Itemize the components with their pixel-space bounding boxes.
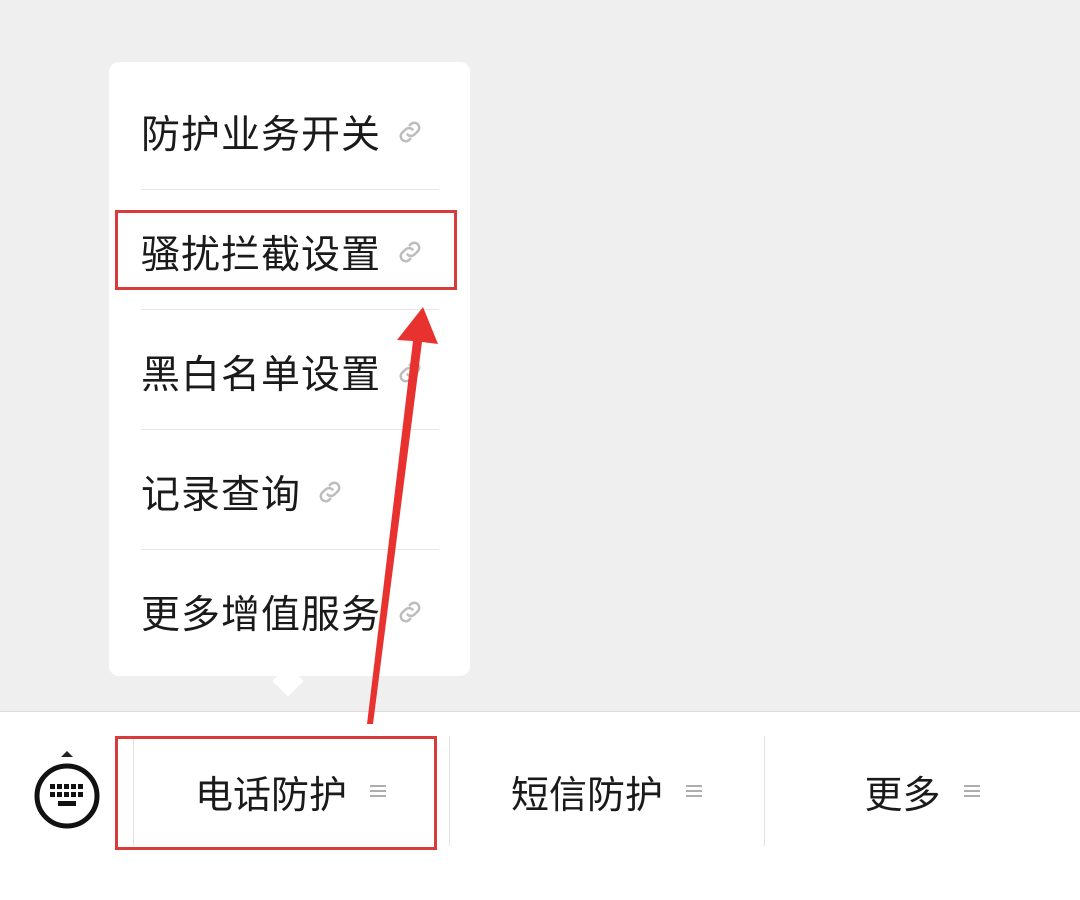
menu-item-label: 黑白名单设置 (141, 353, 382, 398)
link-icon (399, 361, 421, 383)
link-icon (319, 481, 341, 503)
menu-item-label: 更多增值服务 (141, 593, 382, 638)
menu-divider (141, 549, 439, 550)
menu-divider (141, 429, 439, 430)
menu-lines-icon (963, 785, 980, 797)
menu-item-more-services[interactable]: 更多增值服务 (141, 552, 439, 672)
tab-more[interactable]: 更多 (765, 736, 1080, 846)
menu-item-label: 记录查询 (141, 473, 302, 518)
menu-item-label: 防护业务开关 (141, 113, 382, 158)
menu-item-record-query[interactable]: 记录查询 (141, 432, 439, 552)
highlight-box-harassment-settings (115, 210, 457, 290)
highlight-box-phone-protection (115, 736, 437, 850)
keyboard-icon[interactable] (33, 749, 101, 835)
menu-item-blacklist-settings[interactable]: 黑白名单设置 (141, 312, 439, 432)
menu-divider (141, 189, 439, 190)
tab-label: 更多 (864, 772, 941, 817)
menu-item-protection-switch[interactable]: 防护业务开关 (141, 72, 439, 192)
tab-label: 短信防护 (510, 772, 663, 817)
tab-sms-protection[interactable]: 短信防护 (450, 736, 764, 846)
popup-submenu: 防护业务开关 骚扰拦截设置 黑白名单设置 记录查询 更多增值服务 (109, 62, 470, 676)
menu-lines-icon (686, 785, 702, 797)
menu-divider (141, 309, 439, 310)
link-icon (399, 601, 421, 623)
link-icon (399, 121, 421, 143)
